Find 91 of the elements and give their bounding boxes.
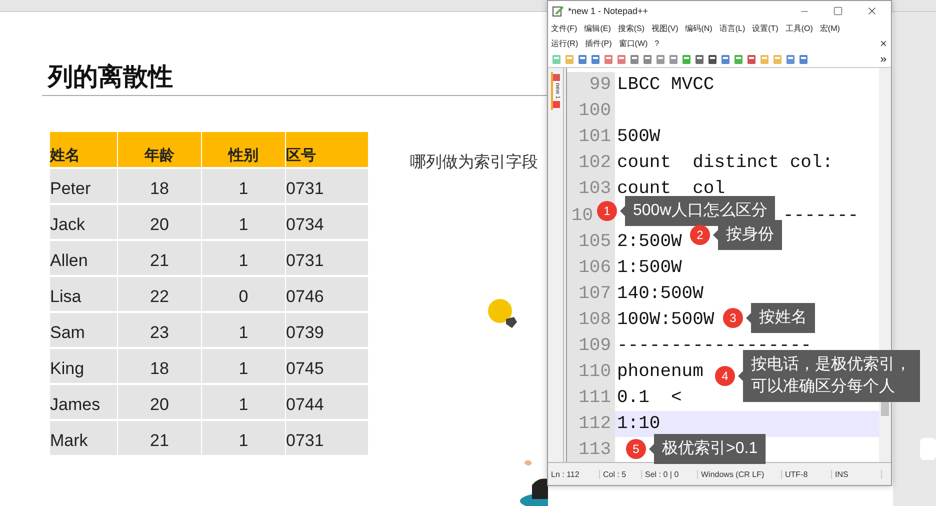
- table-cell: Mark: [50, 421, 117, 455]
- slide-title: 列的离散性: [48, 62, 173, 92]
- table-cell: 1: [202, 349, 285, 383]
- table-cell: 0731: [286, 169, 368, 203]
- menu-item[interactable]: 窗口(W): [618, 38, 648, 49]
- more-icon[interactable]: [879, 54, 888, 64]
- table-cell: 1: [202, 241, 285, 275]
- table-cell: Allen: [50, 241, 117, 275]
- code-line: count distinct col:: [617, 152, 834, 174]
- menu-item[interactable]: 编码(N): [685, 23, 712, 34]
- annotation-callout: 按身份: [713, 220, 782, 250]
- status-item: Col : 5: [600, 470, 642, 478]
- code-line: 2:500W: [617, 230, 682, 253]
- table-cell: 21: [118, 421, 201, 455]
- code-line: 140:500W: [617, 282, 704, 305]
- question-text: 哪列做为索引字段: [410, 152, 538, 173]
- table-cell: 18: [118, 349, 201, 383]
- status-item: INS: [832, 470, 882, 478]
- line-number: 111: [567, 385, 615, 412]
- table-cell: 1: [202, 313, 285, 347]
- line-number: 113: [567, 437, 615, 462]
- table-cell: 22: [118, 277, 201, 311]
- menu-item[interactable]: 语言(L): [719, 23, 746, 34]
- line-number: 103: [567, 176, 615, 202]
- table-cell: 20: [118, 385, 201, 419]
- code-line: phonenum: [617, 361, 704, 384]
- code-line: LBCC MVCC: [617, 74, 714, 96]
- status-item: Ln : 112: [548, 470, 600, 478]
- menu-item[interactable]: 设置(T): [752, 23, 778, 34]
- column-header: 性别: [202, 132, 285, 167]
- table-cell: 0746: [286, 277, 368, 311]
- annotation-callout: 按姓名: [746, 303, 815, 333]
- table-cell: 0734: [286, 205, 368, 239]
- menu-item[interactable]: 视图(V): [652, 23, 678, 34]
- table-cell: 0739: [286, 313, 368, 347]
- annotation-callout: 500w人口怎么区分: [620, 196, 776, 226]
- line-number: 112: [567, 411, 615, 438]
- table-cell: 1: [202, 205, 285, 239]
- menu-item[interactable]: 文件(F): [551, 23, 578, 34]
- maximize-icon[interactable]: [833, 6, 843, 16]
- table-cell: 0744: [286, 385, 368, 419]
- status-item: Sel : 0 | 0: [642, 470, 698, 478]
- status-item: Windows (CR LF): [698, 470, 782, 478]
- table-cell: King: [50, 349, 117, 383]
- line-number: 108: [567, 306, 615, 333]
- code-line: 0.1 <: [617, 387, 682, 410]
- table-cell: 1: [202, 169, 285, 203]
- column-header: 姓名: [50, 132, 117, 167]
- line-number: 107: [567, 280, 615, 307]
- code-line: 500W: [617, 126, 660, 148]
- code-line: -------: [783, 204, 859, 227]
- table-cell: 21: [118, 241, 201, 275]
- table-cell: 18: [118, 169, 201, 203]
- column-header: 年龄: [118, 132, 201, 167]
- code-line: 1:10: [617, 413, 660, 436]
- table-cell: Sam: [50, 313, 117, 347]
- table-cell: 1: [202, 385, 285, 419]
- line-number: 102: [567, 150, 615, 176]
- column-header: 区号: [286, 132, 368, 167]
- line-number: 101: [567, 124, 615, 150]
- menu-item[interactable]: 插件(P): [585, 38, 612, 49]
- table-cell: Jack: [50, 205, 117, 239]
- menu-item[interactable]: 搜索(S): [618, 23, 645, 34]
- menu-item[interactable]: 编辑(E): [584, 23, 611, 34]
- table-cell: Peter: [50, 169, 117, 203]
- table-cell: 1: [202, 421, 285, 455]
- line-number: 105: [567, 228, 615, 255]
- table-cell: 0745: [286, 349, 368, 383]
- annotation-callout: 按电话，是极优索引，可以准确区分每个人: [738, 350, 920, 402]
- menu-item[interactable]: 运行(R): [551, 38, 578, 49]
- table-cell: 0731: [286, 241, 368, 275]
- menu-item[interactable]: 工具(O): [785, 23, 813, 34]
- table-cell: 0: [202, 277, 285, 311]
- table-cell: 0731: [286, 421, 368, 455]
- table-cell: James: [50, 385, 117, 419]
- menu-item[interactable]: 宏(M): [820, 23, 840, 34]
- annotation-callout: 极优索引>0.1: [649, 434, 766, 464]
- code-line: 1:500W: [617, 256, 682, 279]
- line-number: 110: [567, 359, 615, 386]
- code-line: 100W:500W: [617, 308, 714, 331]
- notepad-icon: [552, 5, 564, 17]
- line-number: 106: [567, 254, 615, 281]
- line-number: 99: [567, 72, 615, 98]
- line-number: 100: [567, 98, 615, 124]
- status-item: UTF-8: [782, 470, 832, 478]
- window-title: *new 1 - Notepad++: [568, 6, 650, 16]
- table-cell: Lisa: [50, 277, 117, 311]
- table-cell: 20: [118, 205, 201, 239]
- table-cell: 23: [118, 313, 201, 347]
- line-number: 109: [567, 332, 615, 360]
- menu-item[interactable]: ?: [654, 39, 660, 48]
